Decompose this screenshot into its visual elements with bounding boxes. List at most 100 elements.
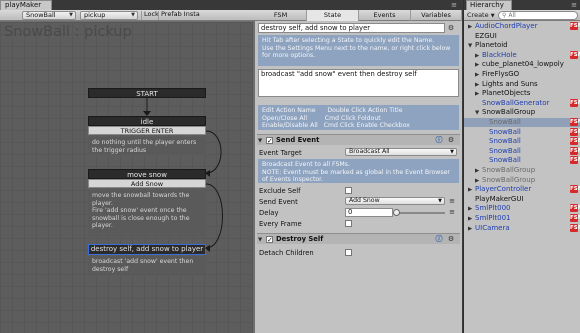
tab-events[interactable]: Events [359, 10, 411, 21]
hierarchy-item[interactable]: ▶BlackHoleFSM [464, 50, 580, 60]
playmaker-fsm-icon[interactable]: FSM [570, 146, 580, 155]
state-description-field[interactable]: broadcast "add snow" event then destroy … [258, 69, 459, 97]
fsm-select[interactable]: pickup ▼ [80, 11, 138, 20]
hierarchy-item-label: Planetoid [475, 41, 508, 50]
chevron-down-icon: ▼ [131, 12, 135, 18]
variable-toggle-icon[interactable]: ≡ [448, 197, 456, 205]
playmaker-fsm-icon[interactable]: FSM [570, 118, 580, 126]
variable-toggle-icon[interactable]: ≡ [448, 208, 456, 216]
playmaker-fsm-icon[interactable]: FSM [570, 156, 580, 165]
exclude-self-checkbox[interactable] [345, 187, 352, 194]
hierarchy-item[interactable]: ▼ Planetoid [464, 41, 580, 50]
hierarchy-item-label: BlackHole [482, 50, 517, 59]
fsm-graph-canvas[interactable]: SnowBall : pickup START idle TRIGGER ENT… [0, 22, 253, 333]
state-idle[interactable]: idle [88, 116, 206, 126]
event-target-label: Event Target [259, 149, 302, 157]
playmaker-fsm-icon[interactable]: FSM [570, 185, 580, 194]
playmaker-fsm-icon[interactable]: FSM [570, 223, 580, 232]
tab-variables[interactable]: Variables [411, 10, 462, 21]
hierarchy-item[interactable]: ▶SmlPlt001FSM [464, 214, 580, 223]
hierarchy-item[interactable]: ▶PlayerControllerFSM [464, 185, 580, 194]
playmaker-fsm-icon[interactable]: FSM [570, 137, 580, 146]
event-target-select[interactable]: Broadcast All ▼ [345, 148, 457, 156]
gear-icon[interactable]: ⚙ [447, 24, 455, 32]
delay-slider[interactable] [393, 209, 445, 216]
send-event-action-header[interactable]: ▼ Send Event ⓘ ⚙ [257, 134, 460, 147]
state-destroy-self[interactable]: destroy self, add snow to player [88, 244, 206, 255]
slider-thumb[interactable] [393, 209, 400, 216]
delay-field[interactable]: 0 [345, 208, 393, 217]
playmaker-fsm-icon[interactable]: FSM [570, 98, 580, 107]
hierarchy-item[interactable]: SnowBall FSM [464, 118, 580, 127]
move-snow-transition-event[interactable]: Add Snow [88, 179, 206, 188]
idle-transition-event[interactable]: TRIGGER ENTER [88, 126, 206, 135]
fsm-inspector: FSM State Events Variables destroy self,… [255, 10, 462, 333]
detach-children-checkbox[interactable] [345, 249, 352, 256]
fold-down-icon[interactable]: ▼ [258, 136, 265, 147]
state-move-snow[interactable]: move snow [88, 169, 206, 179]
delay-label: Delay [259, 209, 279, 217]
gear-icon[interactable]: ⚙ [447, 136, 455, 144]
hierarchy-item-label: Lights and Suns [482, 79, 538, 88]
hierarchy-item[interactable]: PlayMakerGUI [464, 195, 580, 204]
window-menu-icon[interactable]: ≡ [450, 1, 458, 9]
idle-description: do nothing until the player enters the t… [88, 137, 206, 155]
gameobject-select[interactable]: SnowBall ▼ [22, 11, 76, 20]
window-menu-icon[interactable]: ≡ [570, 1, 578, 9]
hierarchy-item[interactable]: ▶UICamera FSM [464, 223, 580, 234]
hierarchy-item[interactable]: ▶ cube_planet04_lowpoly [464, 60, 580, 69]
broadcast-hint-text: Broadcast Event to all FSMs. NOTE: Event… [262, 161, 450, 184]
hierarchy-item-label: cube_planet04_lowpoly [482, 60, 564, 69]
help-icon[interactable]: ⓘ [435, 235, 443, 243]
hierarchy-item[interactable]: ▶ SnowBallGroup [464, 176, 580, 185]
hierarchy-item[interactable]: ▶ Lights and Suns [464, 80, 580, 89]
hierarchy-tabbar: Hierarchy ≡ [464, 0, 580, 10]
playmaker-fsm-icon[interactable]: FSM [570, 127, 580, 136]
hierarchy-search[interactable]: ⚲ All [498, 11, 578, 20]
hierarchy-item[interactable]: SnowBall FSM [464, 156, 580, 165]
destroy-description: broadcast 'add snow' event then destroy … [88, 256, 206, 274]
move-snow-description-text: move the snowball towards the player. Fi… [92, 192, 190, 229]
fold-right-icon[interactable]: ▶ [468, 225, 475, 234]
playmaker-tabbar: playMaker ≡ [0, 0, 462, 10]
state-start[interactable]: START [88, 88, 206, 98]
help-icon[interactable]: ⓘ [435, 136, 443, 144]
hierarchy-item-label: PlayMakerGUI [475, 194, 524, 203]
gear-icon[interactable]: ⚙ [447, 235, 455, 243]
chevron-down-icon: ▼ [450, 149, 454, 155]
every-frame-checkbox[interactable] [345, 220, 352, 227]
hierarchy-item[interactable]: ▼ SnowBallGroup [464, 108, 580, 117]
hierarchy-item[interactable]: SnowBall FSM [464, 137, 580, 146]
tab-fsm[interactable]: FSM [255, 10, 307, 21]
hierarchy-item-label: SnowBall [489, 146, 521, 155]
hierarchy-item-label: SnowBall [489, 118, 521, 126]
state-name-hint: Hit Tab after selecting a State to quick… [258, 35, 459, 66]
playmaker-fsm-icon[interactable]: FSM [570, 50, 580, 59]
hierarchy-item[interactable]: ▶SmlPlt000FSM [464, 204, 580, 213]
hierarchy-item[interactable]: ▶AudioChordPlayerFSM [464, 22, 580, 31]
hierarchy-item[interactable]: SnowBall FSM [464, 146, 580, 156]
hierarchy-item[interactable]: SnowBallGenerator FSM [464, 98, 580, 108]
hierarchy-item[interactable]: SnowBall FSM [464, 127, 580, 137]
playmaker-fsm-icon[interactable]: FSM [570, 214, 580, 222]
tab-state[interactable]: State [307, 10, 359, 21]
destroy-self-action-header[interactable]: ▼ Destroy Self ⓘ ⚙ [257, 233, 460, 246]
every-frame-label: Every Frame [259, 220, 302, 228]
send-event-select[interactable]: Add Snow ▼ [345, 197, 445, 205]
broadcast-hint: Broadcast Event to all FSMs. NOTE: Event… [258, 159, 459, 183]
playmaker-fsm-icon[interactable]: FSM [570, 204, 580, 213]
hierarchy-item[interactable]: ▶ FireFlysGO [464, 70, 580, 79]
hierarchy-item[interactable]: EZGUI [464, 32, 580, 41]
destroy-self-enabled-checkbox[interactable] [266, 235, 273, 246]
prefab-instance-button[interactable]: Prefab Insta [158, 11, 202, 20]
send-event-enabled-checkbox[interactable] [266, 136, 273, 147]
hierarchy-item[interactable]: ▶ SnowBallGroup [464, 166, 580, 175]
hierarchy-item[interactable]: ▶ PlanetObjects [464, 89, 580, 98]
playmaker-fsm-icon[interactable]: FSM [570, 22, 580, 30]
playmaker-tab[interactable]: playMaker [0, 0, 52, 10]
state-name-field[interactable]: destroy self, add snow to player [258, 23, 445, 33]
create-menu[interactable]: Create ▼ [467, 11, 495, 21]
hierarchy-window: Hierarchy ≡ Create ▼ ⚲ All ▶ AudioChordPla… [463, 0, 580, 333]
hierarchy-tab[interactable]: Hierarchy [466, 0, 512, 10]
fold-down-icon[interactable]: ▼ [258, 235, 265, 246]
